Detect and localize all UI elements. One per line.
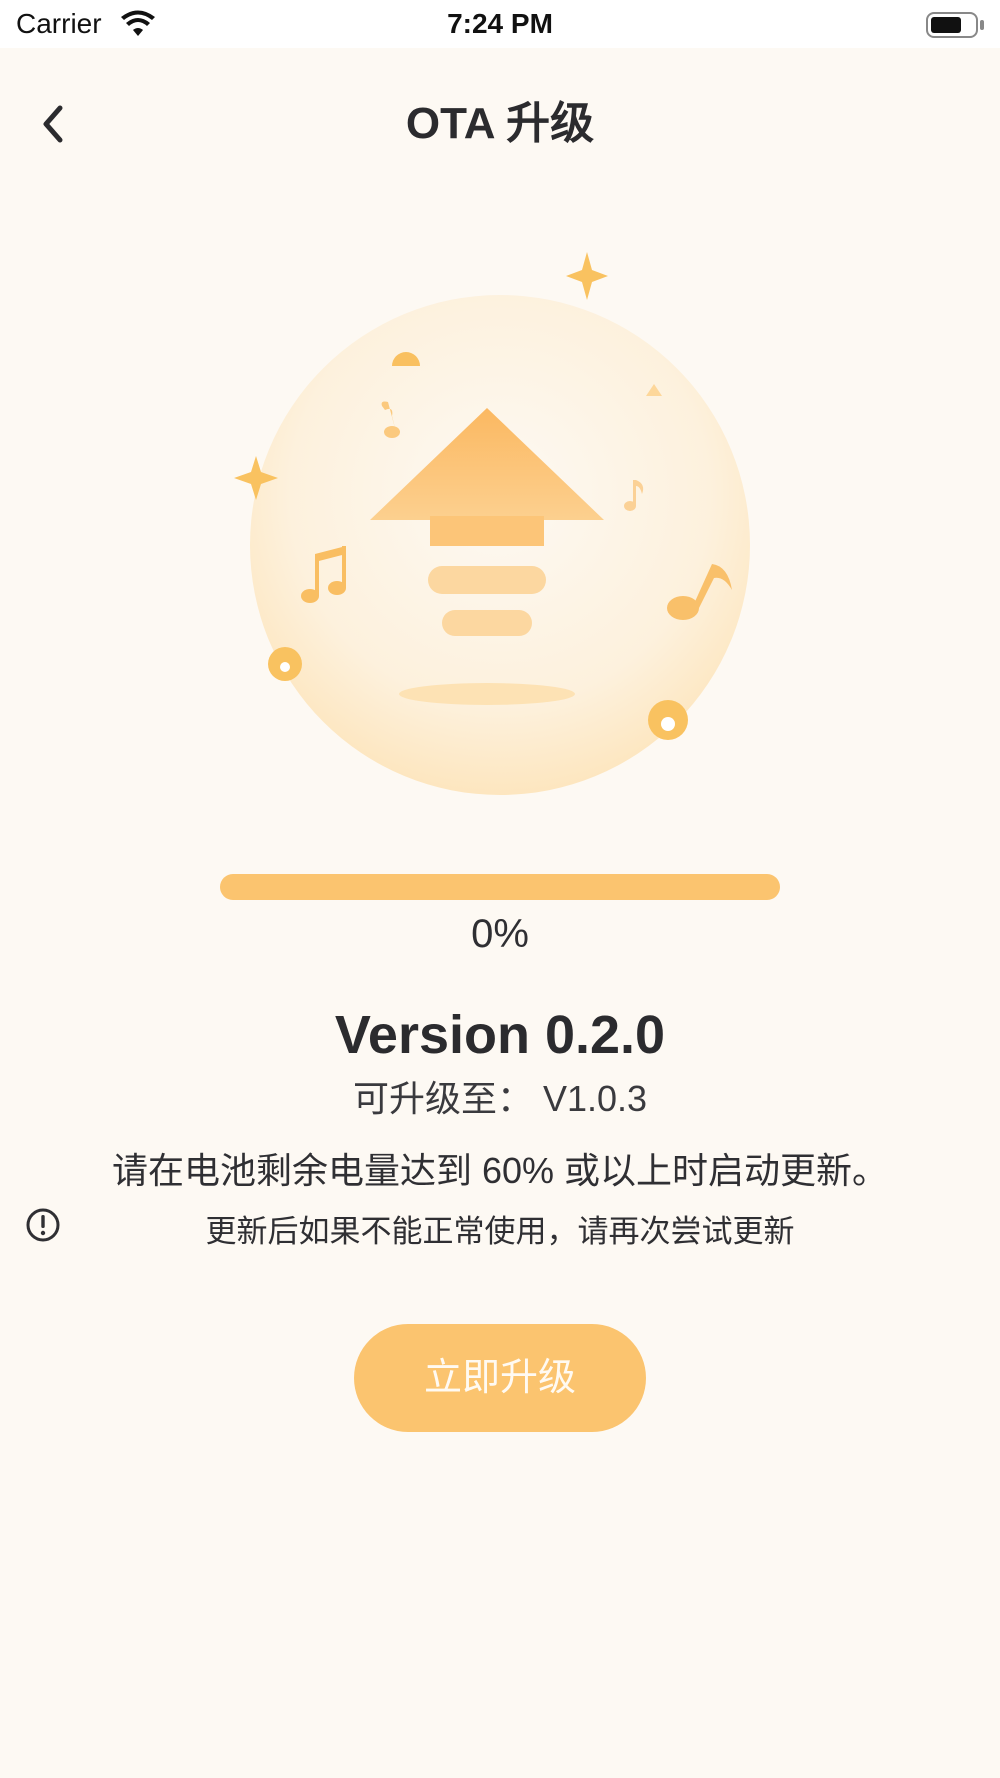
target-version: 可升级至： V1.0.3 xyxy=(352,1078,648,1119)
ota-upgrade-screen: Carrier 7:24 PM OTA 升级 0% Version 0.2.0 … xyxy=(0,0,1000,1778)
page-title: OTA 升级 xyxy=(405,99,595,148)
status-bar: Carrier 7:24 PM xyxy=(0,0,1000,48)
battery-icon xyxy=(926,12,984,38)
current-version: Version 0.2.0 xyxy=(334,1005,666,1065)
progress-bar xyxy=(220,874,780,900)
retry-hint: 更新后如果不能正常使用，请再次尝试更新 xyxy=(205,1214,795,1249)
upgrade-arrow-illustration xyxy=(234,252,750,795)
upgrade-now-button[interactable]: 立即升级 xyxy=(354,1324,646,1432)
progress-percent: 0% xyxy=(471,912,529,956)
clock-label: 7:24 PM xyxy=(447,8,553,39)
battery-requirement-note: 请在电池剩余电量达到 60% 或以上时启动更新。 xyxy=(111,1150,889,1191)
